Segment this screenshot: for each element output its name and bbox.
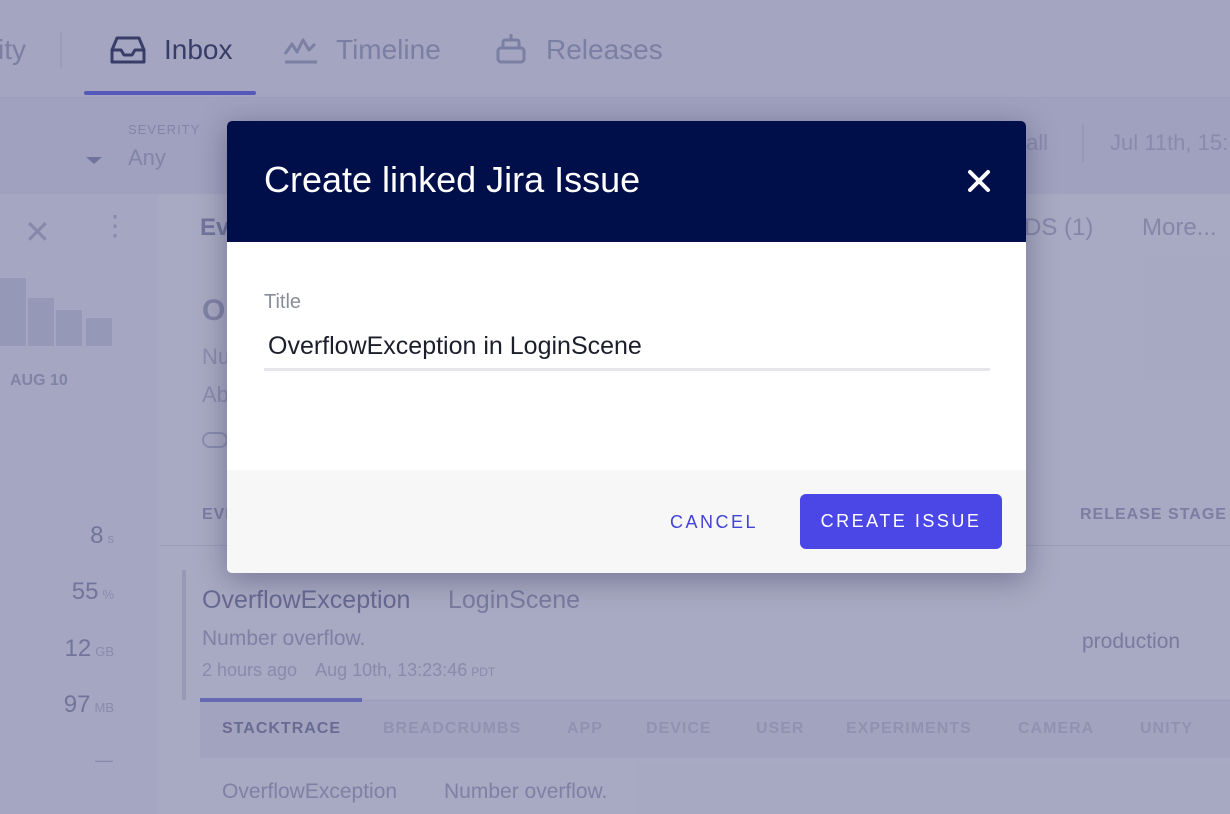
close-button[interactable] xyxy=(963,165,995,197)
cancel-button[interactable]: CANCEL xyxy=(652,496,776,548)
close-icon xyxy=(968,170,990,192)
title-field-label: Title xyxy=(264,291,302,313)
create-issue-button[interactable]: CREATE ISSUE xyxy=(800,494,1002,549)
create-jira-issue-dialog: Create linked Jira Issue Title CANCEL CR… xyxy=(227,121,1026,573)
title-input[interactable] xyxy=(264,325,990,371)
dialog-title: Create linked Jira Issue xyxy=(264,159,641,200)
